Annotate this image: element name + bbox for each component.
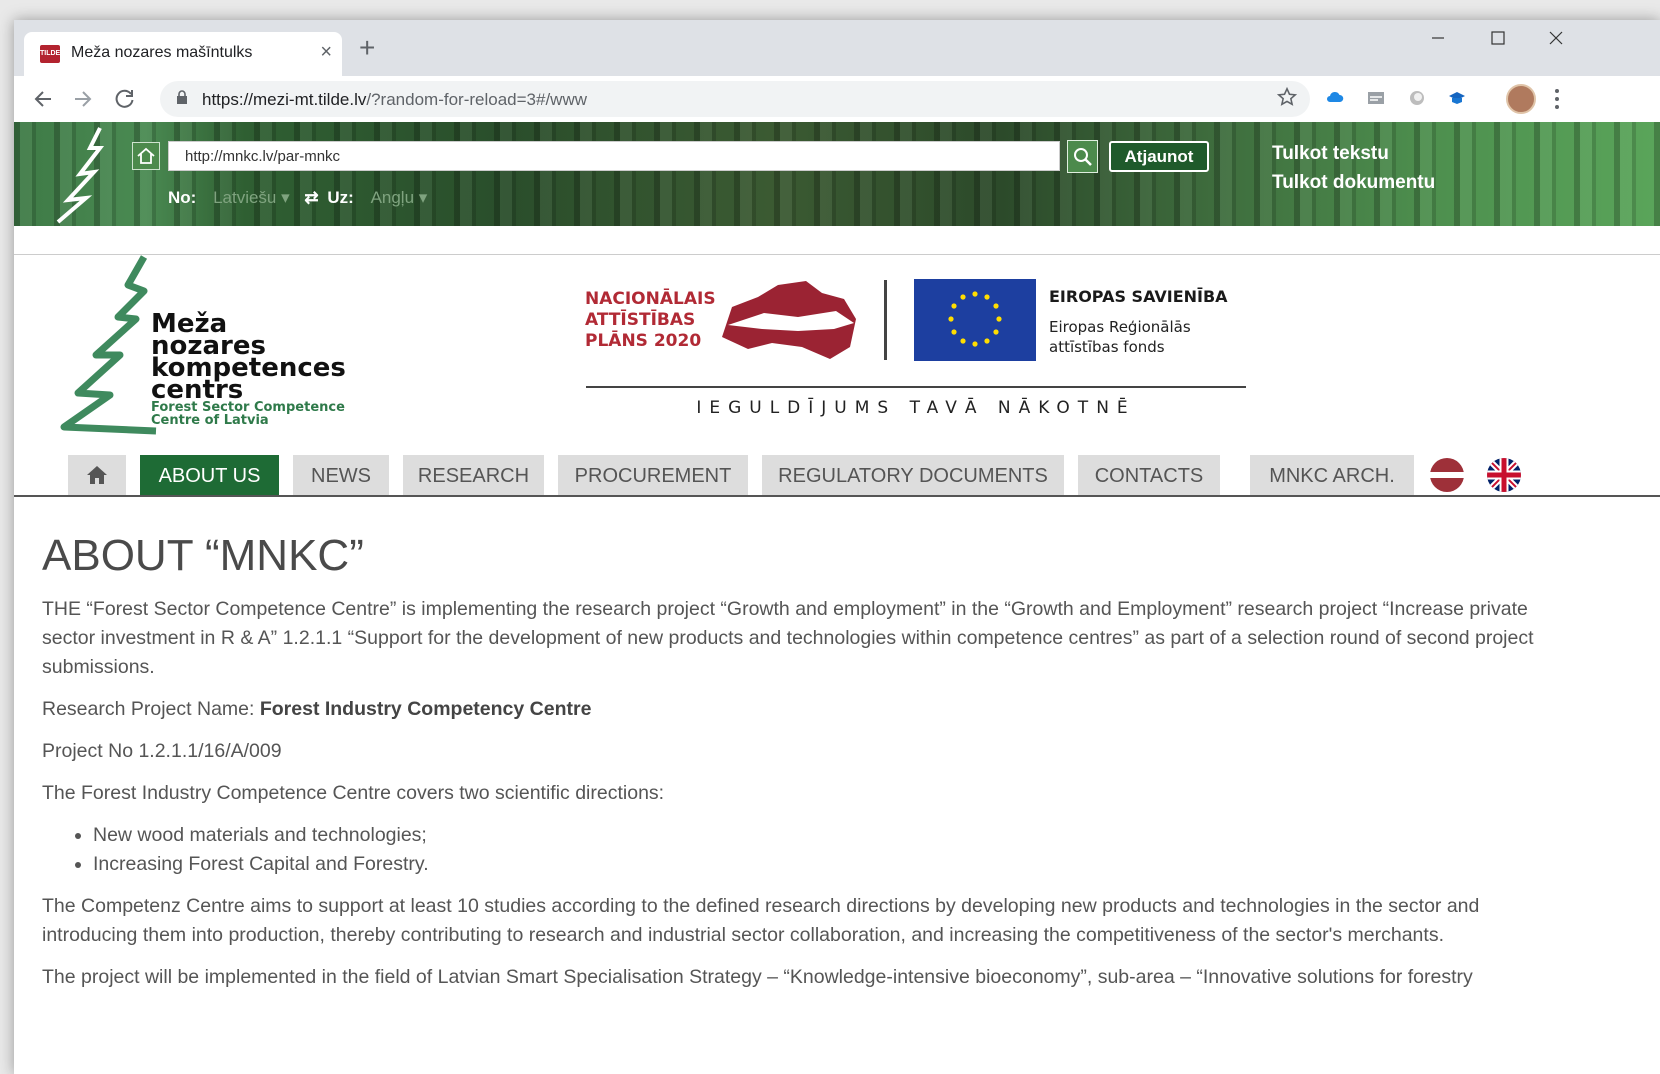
project-name-value: Forest Industry Competency Centre (259, 698, 592, 720)
eu-fund-name: Eiropas Reģionālās attīstības fonds (1049, 317, 1191, 357)
cast-extension-icon[interactable] (1367, 89, 1385, 107)
window-close-icon[interactable] (1548, 30, 1564, 46)
latvia-map-icon (722, 281, 856, 359)
eu-sub-line: Eiropas Reģionālās (1049, 318, 1191, 336)
nap-line: NACIONĀLAIS (585, 289, 716, 309)
translate-text-link[interactable]: Tulkot tekstu (1272, 143, 1389, 165)
bookmark-star-icon[interactable] (1276, 86, 1298, 108)
swap-languages-icon[interactable]: ⇄ (304, 188, 318, 207)
list-item: Increasing Forest Capital and Forestry. (93, 850, 1542, 879)
menu-kebab-icon[interactable] (1554, 88, 1560, 110)
browser-tab[interactable]: TILDE Meža nozares mašīntulks × (24, 32, 342, 76)
translate-document-link[interactable]: Tulkot dokumentu (1272, 172, 1435, 194)
nav-procurement[interactable]: PROCUREMENT (558, 455, 748, 495)
back-icon[interactable] (32, 88, 54, 110)
tab-close-icon[interactable]: × (320, 41, 332, 64)
translate-url-input[interactable]: http://mnkc.lv/par-mnkc (168, 141, 1060, 171)
from-label: No: (168, 188, 197, 207)
mnkc-logo-subtitle: Forest Sector Competence Centre of Latvi… (151, 401, 345, 427)
nav-home-button[interactable] (68, 455, 126, 495)
logo-sub-line: Centre of Latvia (151, 413, 269, 428)
nap-2020-logo: NACIONĀLAIS ATTĪSTĪBAS PLĀNS 2020 (585, 289, 716, 352)
to-language-select[interactable]: Angļu ▾ (371, 188, 428, 207)
address-bar[interactable]: https://mezi-mt.tilde.lv/?random-for-rel… (160, 81, 1310, 117)
tab-strip: TILDE Meža nozares mašīntulks × + (14, 20, 1660, 76)
page-title: ABOUT “MNKC” (42, 531, 364, 580)
project-name-label: Research Project Name: (42, 698, 255, 720)
reload-icon[interactable] (114, 88, 136, 110)
eu-title: EIROPAS SAVIENĪBA (1049, 287, 1228, 306)
page-content: Meža nozares kompetences centrs Forest S… (14, 254, 1660, 1074)
article: ABOUT “MNKC” THE “Forest Sector Competen… (42, 531, 1542, 1005)
nap-line: ATTĪSTĪBAS (585, 310, 696, 330)
uk-flag-icon[interactable] (1487, 458, 1521, 492)
mnkc-logo-title: Meža nozares kompetences centrs (151, 311, 346, 403)
project-name-paragraph: Research Project Name: Forest Industry C… (42, 695, 1542, 724)
nav-research[interactable]: RESEARCH (403, 455, 544, 495)
maximize-icon[interactable] (1490, 30, 1506, 46)
nav-about-us[interactable]: ABOUT US (140, 455, 279, 495)
home-icon (87, 466, 107, 484)
address-url: https://mezi-mt.tilde.lv/?random-for-rel… (202, 90, 587, 110)
translator-bar: http://mnkc.lv/par-mnkc Atjaunot Tulkot … (14, 122, 1660, 226)
to-label: Uz: (327, 188, 354, 207)
forward-icon[interactable] (72, 88, 94, 110)
directions-list: New wood materials and technologies; Inc… (42, 821, 1542, 879)
nav-mnkc-archive[interactable]: MNKC ARCH. (1250, 455, 1414, 495)
to-language-value: Angļu (370, 188, 415, 207)
strategy-paragraph: The project will be implemented in the f… (42, 966, 1473, 988)
tilde-favicon-icon: TILDE (40, 45, 60, 63)
lock-icon (177, 90, 187, 104)
eu-flag-icon (914, 279, 1036, 361)
tab-title: Meža nozares mašīntulks (71, 44, 253, 61)
home-icon[interactable] (132, 142, 160, 170)
browser-toolbar: https://mezi-mt.tilde.lv/?random-for-rel… (14, 76, 1660, 123)
refresh-button[interactable]: Atjaunot (1109, 141, 1209, 172)
logo-divider (884, 280, 887, 360)
url-host: https://mezi-mt.tilde.lv (202, 90, 367, 109)
list-item: New wood materials and technologies; (93, 821, 1542, 850)
browser-window: TILDE Meža nozares mašīntulks × + https:… (14, 20, 1660, 1074)
nap-line: PLĀNS 2020 (585, 331, 702, 351)
main-nav: ABOUT US NEWS RESEARCH PROCUREMENT REGUL… (14, 455, 1660, 497)
profile-avatar[interactable] (1506, 84, 1536, 114)
graduation-extension-icon[interactable] (1448, 89, 1466, 107)
minimize-icon[interactable] (1430, 30, 1446, 46)
motto-divider (586, 386, 1246, 388)
url-path: /?random-for-reload=3#/www (366, 90, 588, 109)
nav-regulatory-documents[interactable]: REGULATORY DOCUMENTS (762, 455, 1064, 495)
from-language-select[interactable]: Latviešu ▾ (213, 188, 290, 207)
nav-news[interactable]: NEWS (293, 455, 389, 495)
project-number: Project No 1.2.1.1/16/A/009 (42, 740, 282, 762)
motto: IEGULDĪJUMS TAVĀ NĀKOTNĒ (696, 398, 1136, 418)
from-language-value: Latviešu (213, 188, 277, 207)
aims-paragraph: The Competenz Centre aims to support at … (42, 895, 1480, 946)
intro-paragraph: THE “Forest Sector Competence Centre” is… (42, 598, 1534, 678)
tree-logo-icon (56, 127, 105, 224)
search-icon[interactable] (1067, 140, 1098, 173)
language-selector-row: No: Latviešu ▾ ⇄ Uz: Angļu ▾ (168, 188, 427, 208)
nav-contacts[interactable]: CONTACTS (1078, 455, 1220, 495)
eu-sub-line: attīstības fonds (1049, 338, 1165, 356)
directions-intro: The Forest Industry Competence Centre co… (42, 782, 665, 804)
circle-extension-icon[interactable] (1408, 89, 1426, 107)
cloud-extension-icon[interactable] (1326, 89, 1344, 107)
new-tab-button[interactable]: + (359, 34, 375, 62)
latvian-flag-icon[interactable] (1430, 458, 1464, 492)
